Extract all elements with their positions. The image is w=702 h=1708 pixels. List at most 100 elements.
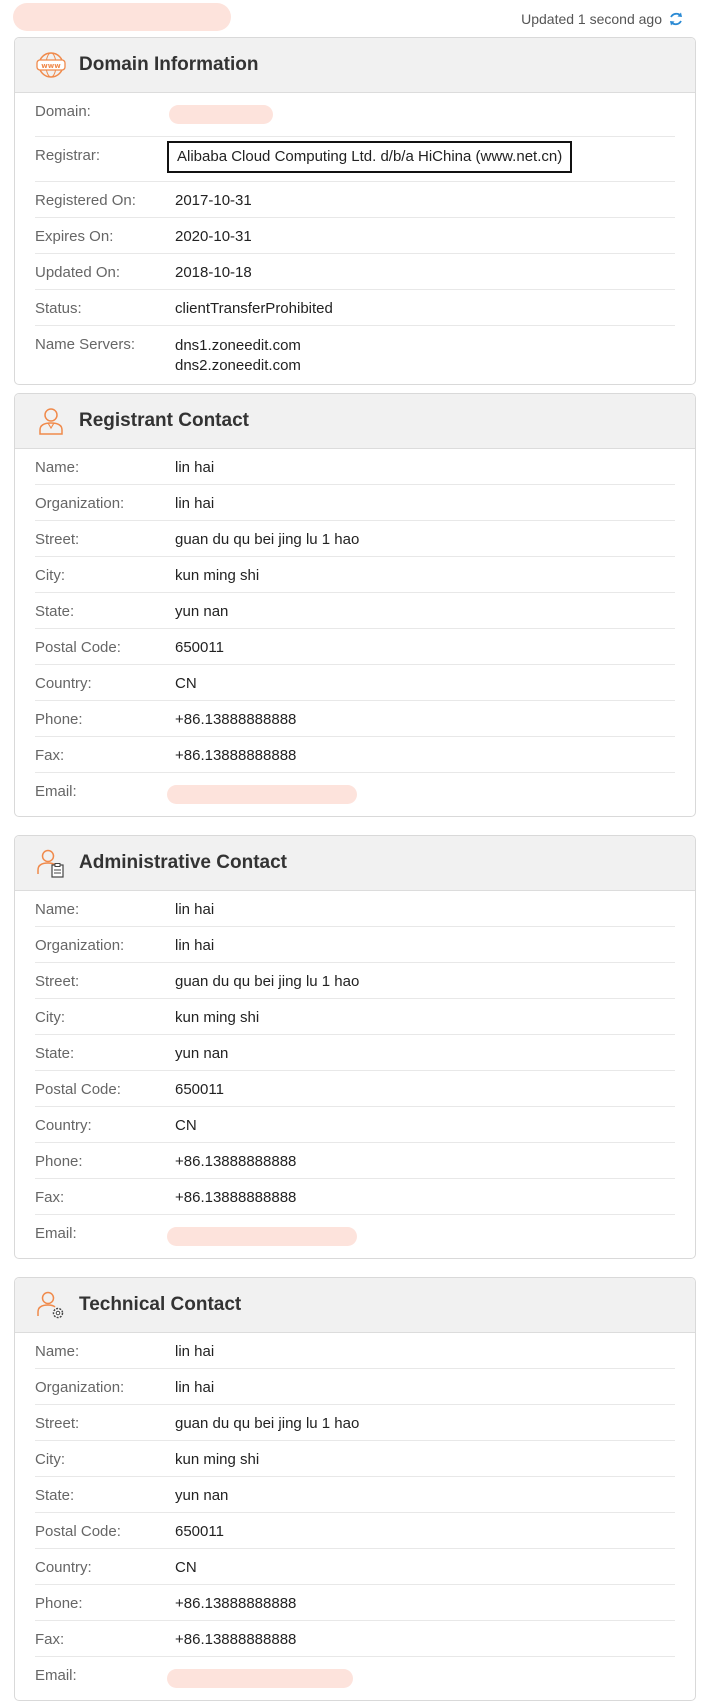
card-header: www Domain Information bbox=[15, 38, 695, 93]
row-country: Country: CN bbox=[35, 665, 675, 701]
domain-information-card: www Domain Information Domain: Registrar… bbox=[14, 37, 696, 385]
card-title: Domain Information bbox=[79, 54, 259, 75]
top-bar: Updated 1 second ago bbox=[0, 0, 702, 36]
label: Name: bbox=[35, 901, 80, 918]
value: 650011 bbox=[175, 639, 224, 656]
row-email: Email: bbox=[35, 1657, 675, 1700]
label: Name: bbox=[35, 459, 80, 476]
row-state: State: yun nan bbox=[35, 1477, 675, 1513]
row-expires-on: Expires On: 2020-10-31 bbox=[35, 218, 675, 254]
row-organization: Organization: lin hai bbox=[35, 927, 675, 963]
person-gear-icon bbox=[35, 1289, 67, 1321]
name-server: dns2.zoneedit.com bbox=[175, 357, 301, 374]
label: Updated On: bbox=[35, 264, 121, 281]
value: yun nan bbox=[175, 1045, 229, 1062]
row-street: Street: guan du qu bei jing lu 1 hao bbox=[35, 521, 675, 557]
label: Street: bbox=[35, 1415, 80, 1432]
label: Name: bbox=[35, 1343, 80, 1360]
value: lin hai bbox=[175, 1343, 215, 1360]
card-header: Technical Contact bbox=[15, 1278, 695, 1333]
label: State: bbox=[35, 1045, 75, 1062]
row-fax: Fax: +86.13888888888 bbox=[35, 1621, 675, 1657]
value: kun ming shi bbox=[175, 567, 260, 584]
administrative-contact-card: Administrative Contact Name: lin hai Orga… bbox=[14, 835, 696, 1259]
row-fax: Fax: +86.13888888888 bbox=[35, 1179, 675, 1215]
registrar-value: Alibaba Cloud Computing Ltd. d/b/a HiChi… bbox=[167, 141, 573, 173]
row-city: City: kun ming shi bbox=[35, 557, 675, 593]
label: City: bbox=[35, 1009, 65, 1026]
label: Phone: bbox=[35, 1153, 83, 1170]
row-name-servers: Name Servers: dns1.zoneedit.com dns2.zon… bbox=[35, 326, 675, 384]
person-clipboard-icon bbox=[35, 847, 67, 879]
label: Email: bbox=[35, 783, 77, 800]
value: clientTransferProhibited bbox=[175, 300, 333, 317]
value: CN bbox=[175, 1117, 197, 1134]
label: Organization: bbox=[35, 495, 125, 512]
value: kun ming shi bbox=[175, 1451, 260, 1468]
label: Postal Code: bbox=[35, 1081, 121, 1098]
label: State: bbox=[35, 1487, 75, 1504]
row-country: Country: CN bbox=[35, 1107, 675, 1143]
person-icon bbox=[35, 405, 67, 437]
registrant-contact-card: Registrant Contact Name: lin hai Organiza… bbox=[14, 393, 696, 817]
value: +86.13888888888 bbox=[175, 1153, 297, 1170]
value: +86.13888888888 bbox=[175, 1595, 297, 1612]
row-street: Street: guan du qu bei jing lu 1 hao bbox=[35, 1405, 675, 1441]
label: Organization: bbox=[35, 1379, 125, 1396]
value: yun nan bbox=[175, 1487, 229, 1504]
label: Country: bbox=[35, 1559, 92, 1576]
label: Fax: bbox=[35, 747, 65, 764]
row-fax: Fax: +86.13888888888 bbox=[35, 737, 675, 773]
row-country: Country: CN bbox=[35, 1549, 675, 1585]
label: Country: bbox=[35, 1117, 92, 1134]
row-city: City: kun ming shi bbox=[35, 1441, 675, 1477]
label: Name Servers: bbox=[35, 336, 136, 353]
card-title: Registrant Contact bbox=[79, 410, 249, 431]
label: Registrar: bbox=[35, 147, 101, 164]
row-phone: Phone: +86.13888888888 bbox=[35, 1585, 675, 1621]
row-street: Street: guan du qu bei jing lu 1 hao bbox=[35, 963, 675, 999]
value: guan du qu bei jing lu 1 hao bbox=[175, 531, 360, 548]
updated-status: Updated 1 second ago bbox=[521, 11, 684, 27]
row-postal-code: Postal Code: 650011 bbox=[35, 629, 675, 665]
value: lin hai bbox=[175, 459, 215, 476]
card-title: Technical Contact bbox=[79, 1294, 242, 1315]
row-email: Email: bbox=[35, 1215, 675, 1258]
row-organization: Organization: lin hai bbox=[35, 485, 675, 521]
row-phone: Phone: +86.13888888888 bbox=[35, 701, 675, 737]
label: Country: bbox=[35, 675, 92, 692]
name-server: dns1.zoneedit.com bbox=[175, 337, 301, 354]
value: yun nan bbox=[175, 603, 229, 620]
refresh-icon[interactable] bbox=[668, 11, 684, 27]
row-city: City: kun ming shi bbox=[35, 999, 675, 1035]
label: Phone: bbox=[35, 1595, 83, 1612]
value: kun ming shi bbox=[175, 1009, 260, 1026]
svg-text:www: www bbox=[41, 62, 61, 70]
label: Expires On: bbox=[35, 228, 114, 245]
row-state: State: yun nan bbox=[35, 1035, 675, 1071]
value: CN bbox=[175, 675, 197, 692]
redacted-email bbox=[167, 1669, 353, 1688]
label: Postal Code: bbox=[35, 639, 121, 656]
row-name: Name: lin hai bbox=[35, 1333, 675, 1369]
value: guan du qu bei jing lu 1 hao bbox=[175, 1415, 360, 1432]
row-email: Email: bbox=[35, 773, 675, 816]
value: lin hai bbox=[175, 495, 215, 512]
value: lin hai bbox=[175, 1379, 215, 1396]
value: CN bbox=[175, 1559, 197, 1576]
redacted-email bbox=[167, 1227, 357, 1246]
row-postal-code: Postal Code: 650011 bbox=[35, 1513, 675, 1549]
value: +86.13888888888 bbox=[175, 711, 297, 728]
label: State: bbox=[35, 603, 75, 620]
row-postal-code: Postal Code: 650011 bbox=[35, 1071, 675, 1107]
redacted-email bbox=[167, 785, 357, 804]
redacted-domain-header bbox=[13, 3, 231, 31]
label: Email: bbox=[35, 1225, 77, 1242]
value: 2017-10-31 bbox=[175, 192, 252, 209]
label: Street: bbox=[35, 973, 80, 990]
www-icon: www bbox=[35, 49, 67, 81]
row-state: State: yun nan bbox=[35, 593, 675, 629]
label: Status: bbox=[35, 300, 82, 317]
label: Organization: bbox=[35, 937, 125, 954]
row-organization: Organization: lin hai bbox=[35, 1369, 675, 1405]
